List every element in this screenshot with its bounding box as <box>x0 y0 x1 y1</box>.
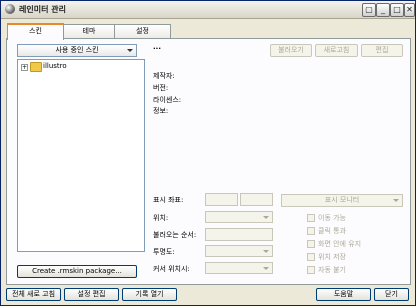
display-monitor-label: 표시 모니터 <box>324 196 360 204</box>
transparency-label: 투명도: <box>153 248 175 256</box>
hover-label: 커서 위치시: <box>153 265 190 273</box>
minimize-button[interactable]: _ <box>376 3 390 17</box>
active-skins-dropdown-label: 사용 중인 스킨 <box>55 46 99 54</box>
skin-name: ... <box>153 43 161 51</box>
skins-tree[interactable]: + illustro <box>17 59 145 252</box>
checkbox-box <box>307 253 315 261</box>
refresh-all-button[interactable]: 전체 새로 고침 <box>6 288 61 301</box>
edit-settings-button[interactable]: 설정 편집 <box>64 288 119 301</box>
tab-skins[interactable]: 스킨 <box>7 23 64 40</box>
tab-themes[interactable]: 테마 <box>63 24 115 38</box>
window-menu-button[interactable]: ▢ <box>362 3 376 17</box>
coords-label: 표시 좌표: <box>153 196 184 204</box>
load-button[interactable]: 불러오기 <box>270 44 312 57</box>
close-window-button[interactable]: ✕ <box>404 3 415 17</box>
keep-on-screen-checkbox[interactable]: 화면 안에 유지 <box>307 239 407 249</box>
checkbox-label: 클릭 통과 <box>318 227 346 235</box>
window-title: 레인미터 관리 <box>19 5 66 14</box>
click-through-checkbox[interactable]: 클릭 통과 <box>307 226 407 236</box>
checkbox-box <box>307 240 315 248</box>
author-label: 제작자: <box>153 72 175 80</box>
draggable-checkbox[interactable]: 이동 가능 <box>307 213 407 223</box>
skins-panel: 사용 중인 스킨 + illustro Create .rmskin packa… <box>6 38 411 285</box>
chevron-down-icon <box>393 199 399 202</box>
checkbox-label: 이동 가능 <box>318 214 346 222</box>
help-button[interactable]: 도움말 <box>316 288 371 301</box>
y-coord-field[interactable] <box>240 193 273 206</box>
checkbox-label: 화면 안에 유지 <box>318 240 362 248</box>
snap-edges-checkbox[interactable]: 자동 붙기 <box>307 265 407 275</box>
close-button[interactable]: 닫기 <box>374 288 409 301</box>
position-combo[interactable] <box>205 211 273 223</box>
expand-icon[interactable]: + <box>21 64 28 71</box>
active-skins-dropdown[interactable]: 사용 중인 스킨 <box>17 44 137 57</box>
display-monitor-dropdown[interactable]: 표시 모니터 <box>281 194 403 207</box>
load-order-field[interactable] <box>205 228 273 241</box>
checkbox-box <box>307 214 315 222</box>
checkbox-label: 위치 저장 <box>318 253 346 261</box>
open-log-button[interactable]: 기록 열기 <box>122 288 177 301</box>
chevron-down-icon <box>263 216 269 219</box>
tab-settings[interactable]: 설정 <box>114 24 171 38</box>
tree-item-label: illustro <box>43 62 67 70</box>
folder-icon <box>30 62 42 72</box>
checkbox-box <box>307 266 315 274</box>
license-label: 라이센스: <box>153 96 182 104</box>
load-order-label: 불러오는 순서: <box>153 231 197 239</box>
tab-strip: 스킨 테마 설정 <box>1 23 201 40</box>
version-label: 버전: <box>153 84 169 92</box>
position-label: 위치: <box>153 214 169 222</box>
checkbox-box <box>307 227 315 235</box>
save-position-checkbox[interactable]: 위치 저장 <box>307 252 407 262</box>
tree-item-illustro[interactable]: + illustro <box>18 60 142 72</box>
maximize-button[interactable]: □ <box>390 3 404 17</box>
manage-window: 레인미터 관리 ▢ _ □ ✕ 스킨 테마 설정 사용 중인 스킨 + illu… <box>0 0 416 306</box>
hover-combo[interactable] <box>205 262 273 274</box>
transparency-combo[interactable] <box>205 245 273 257</box>
chevron-down-icon <box>263 267 269 270</box>
checkbox-label: 자동 붙기 <box>318 266 346 274</box>
info-label: 정보: <box>153 107 169 115</box>
title-bar[interactable]: 레인미터 관리 ▢ _ □ ✕ <box>1 1 415 19</box>
create-package-button[interactable]: Create .rmskin package... <box>17 265 137 278</box>
edit-button[interactable]: 편집 <box>361 44 403 57</box>
chevron-down-icon <box>263 250 269 253</box>
chevron-down-icon <box>127 49 133 52</box>
x-coord-field[interactable] <box>205 193 238 206</box>
refresh-button[interactable]: 새로고침 <box>315 44 358 57</box>
app-icon <box>5 4 15 14</box>
